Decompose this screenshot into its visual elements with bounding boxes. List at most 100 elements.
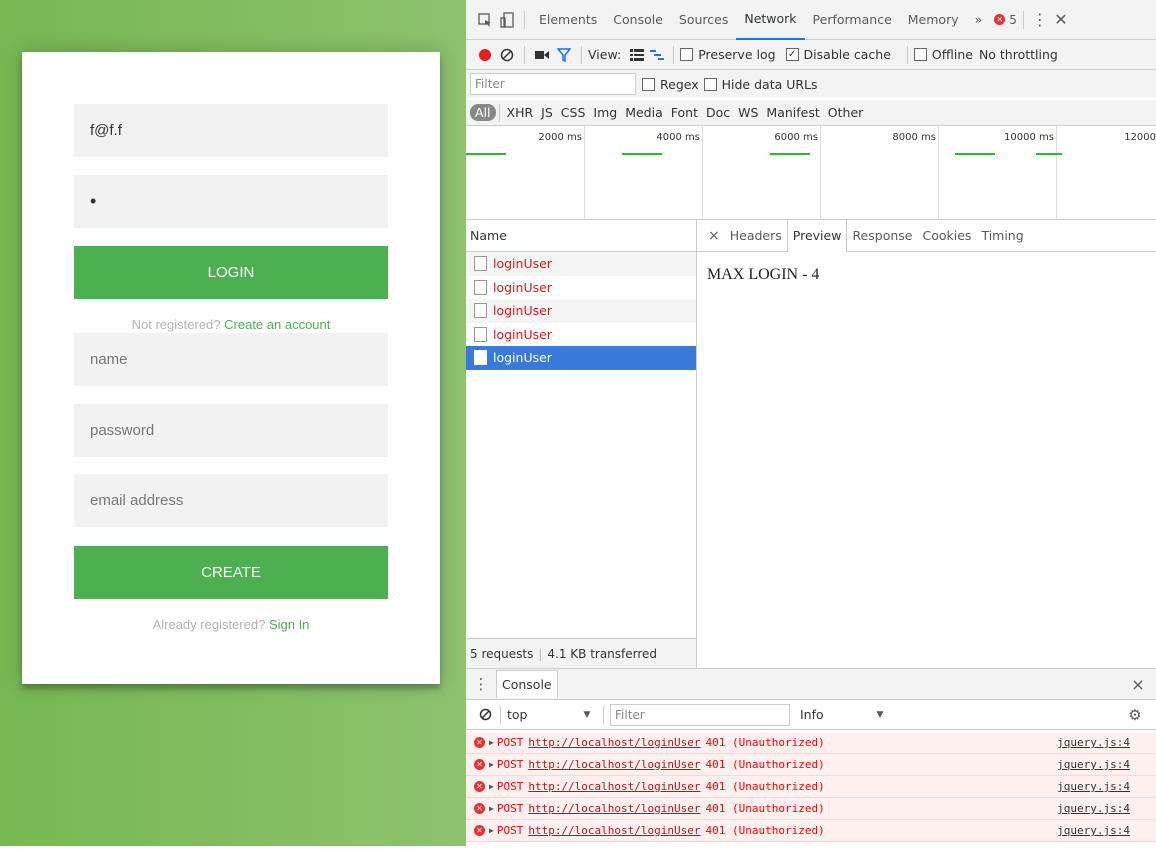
network-overview-timeline[interactable]: 2000 ms 4000 ms 6000 ms 8000 ms 10000 ms… bbox=[466, 126, 1156, 220]
console-prompt[interactable] bbox=[466, 846, 1156, 854]
tab-response[interactable]: Response bbox=[847, 220, 917, 252]
source-link[interactable]: jquery.js:4 bbox=[1057, 824, 1130, 837]
timeline-request-bar bbox=[955, 153, 995, 155]
separator bbox=[498, 103, 500, 122]
type-filter-all[interactable]: All bbox=[470, 104, 496, 121]
customize-menu-icon[interactable]: ⋮ bbox=[1030, 10, 1050, 29]
console-filter-input[interactable]: Filter bbox=[610, 703, 790, 726]
name-column-header[interactable]: Name bbox=[466, 220, 696, 252]
expand-arrow-icon[interactable]: ▶ bbox=[489, 738, 494, 747]
error-url-link[interactable]: http://localhost/loginUser bbox=[528, 736, 700, 749]
clear-console-icon[interactable] bbox=[476, 708, 494, 721]
preserve-log-label: Preserve log bbox=[698, 47, 776, 62]
tab-console[interactable]: Console bbox=[605, 0, 671, 40]
type-filter-manifest[interactable]: Manifest bbox=[762, 105, 823, 120]
tab-network[interactable]: Network bbox=[736, 0, 805, 40]
network-toolbar: View: Preserve log ✓ Disable cache Offli… bbox=[466, 40, 1156, 70]
type-filter-ws[interactable]: WS bbox=[734, 105, 762, 120]
tab-sources[interactable]: Sources bbox=[671, 0, 736, 40]
tab-performance[interactable]: Performance bbox=[805, 0, 900, 40]
console-error-line[interactable]: ✕ ▶ POST http://localhost/loginUser 401 … bbox=[466, 798, 1156, 820]
record-icon[interactable] bbox=[474, 48, 496, 62]
source-link[interactable]: jquery.js:4 bbox=[1057, 802, 1130, 815]
request-row[interactable]: loginUser bbox=[466, 276, 696, 300]
type-filter-media[interactable]: Media bbox=[621, 105, 667, 120]
type-filter-img[interactable]: Img bbox=[589, 105, 621, 120]
error-url-link[interactable]: http://localhost/loginUser bbox=[528, 780, 700, 793]
error-url-link[interactable]: http://localhost/loginUser bbox=[528, 824, 700, 837]
offline-label: Offline bbox=[931, 47, 973, 62]
email-address-field[interactable]: email address bbox=[74, 474, 388, 527]
large-rows-icon[interactable] bbox=[627, 48, 647, 61]
console-error-line[interactable]: ✕ ▶ POST http://localhost/loginUser 401 … bbox=[466, 820, 1156, 842]
sign-in-link[interactable]: Sign In bbox=[269, 617, 309, 632]
filter-funnel-icon[interactable] bbox=[553, 47, 575, 62]
register-message: Not registered? Create an account bbox=[22, 317, 440, 332]
source-link[interactable]: jquery.js:4 bbox=[1057, 780, 1130, 793]
offline-checkbox[interactable] bbox=[913, 48, 927, 61]
console-error-line[interactable]: ✕ ▶ POST http://localhost/loginUser 401 … bbox=[466, 776, 1156, 798]
name-field[interactable]: name bbox=[74, 333, 388, 386]
error-count-badge[interactable]: ✕ 5 bbox=[994, 13, 1017, 27]
inspect-element-icon[interactable] bbox=[474, 12, 496, 27]
regex-checkbox[interactable] bbox=[642, 77, 655, 91]
device-toolbar-icon[interactable] bbox=[496, 11, 518, 28]
tab-memory[interactable]: Memory bbox=[900, 0, 967, 40]
type-filter-xhr[interactable]: XHR bbox=[503, 105, 538, 120]
tab-elements[interactable]: Elements bbox=[531, 0, 605, 40]
register-password-field[interactable]: password bbox=[74, 404, 388, 457]
expand-arrow-icon[interactable]: ▶ bbox=[489, 804, 494, 813]
type-filter-font[interactable]: Font bbox=[667, 105, 702, 120]
close-drawer-icon[interactable]: × bbox=[1126, 675, 1150, 694]
tab-timing[interactable]: Timing bbox=[976, 220, 1028, 252]
console-error-line[interactable]: ✕ ▶ POST http://localhost/loginUser 401 … bbox=[466, 754, 1156, 776]
source-link[interactable]: jquery.js:4 bbox=[1057, 736, 1130, 749]
preserve-log-checkbox[interactable] bbox=[680, 48, 694, 61]
console-error-line[interactable]: ✕ ▶ POST http://localhost/loginUser 401 … bbox=[466, 732, 1156, 754]
screenshot-camera-icon[interactable] bbox=[531, 50, 553, 60]
type-filter-other[interactable]: Other bbox=[824, 105, 868, 120]
drawer-menu-icon[interactable]: ⋮ bbox=[470, 675, 492, 693]
error-url-link[interactable]: http://localhost/loginUser bbox=[528, 758, 700, 771]
console-toolbar: top ▼ Filter Info ▼ ⚙ bbox=[466, 700, 1156, 730]
expand-arrow-icon[interactable]: ▶ bbox=[489, 760, 494, 769]
drawer-tab-console[interactable]: Console bbox=[496, 670, 558, 698]
create-button[interactable]: CREATE bbox=[74, 546, 388, 599]
more-tabs-button[interactable]: » bbox=[967, 0, 991, 40]
form-card: f@f.f • LOGIN Not registered? Create an … bbox=[22, 52, 440, 684]
type-filter-css[interactable]: CSS bbox=[557, 105, 590, 120]
email-field[interactable]: f@f.f bbox=[74, 104, 388, 157]
create-account-link[interactable]: Create an account bbox=[224, 317, 330, 332]
log-level-select[interactable]: Info bbox=[800, 707, 870, 722]
tab-preview[interactable]: Preview bbox=[786, 219, 848, 252]
chevron-down-icon[interactable]: ▼ bbox=[870, 710, 890, 720]
tab-headers[interactable]: Headers bbox=[725, 220, 787, 252]
error-icon: ✕ bbox=[474, 825, 485, 836]
expand-arrow-icon[interactable]: ▶ bbox=[489, 826, 494, 835]
context-select[interactable]: top bbox=[507, 707, 577, 722]
close-devtools-icon[interactable]: ✕ bbox=[1050, 10, 1072, 29]
expand-arrow-icon[interactable]: ▶ bbox=[489, 782, 494, 791]
source-link[interactable]: jquery.js:4 bbox=[1057, 758, 1130, 771]
request-row[interactable]: loginUser bbox=[466, 252, 696, 276]
chevron-down-icon[interactable]: ▼ bbox=[577, 710, 597, 720]
type-filter-doc[interactable]: Doc bbox=[702, 105, 734, 120]
hide-data-urls-checkbox[interactable] bbox=[703, 77, 717, 91]
password-field[interactable]: • bbox=[74, 175, 388, 228]
login-button[interactable]: LOGIN bbox=[74, 246, 388, 299]
clear-icon[interactable] bbox=[496, 48, 518, 62]
network-filter-input[interactable]: Filter bbox=[470, 73, 636, 95]
disable-cache-label: Disable cache bbox=[803, 47, 891, 62]
tab-cookies[interactable]: Cookies bbox=[917, 220, 976, 252]
error-url-link[interactable]: http://localhost/loginUser bbox=[528, 802, 700, 815]
request-row-selected[interactable]: loginUser bbox=[466, 346, 696, 370]
disable-cache-checkbox[interactable]: ✓ bbox=[785, 48, 799, 61]
waterfall-icon[interactable] bbox=[647, 49, 667, 61]
devtools-tab-bar: Elements Console Sources Network Perform… bbox=[466, 0, 1156, 40]
type-filter-js[interactable]: JS bbox=[537, 105, 557, 120]
settings-gear-icon[interactable]: ⚙ bbox=[1122, 706, 1148, 724]
close-detail-icon[interactable]: × bbox=[703, 220, 725, 252]
throttling-select[interactable]: No throttling bbox=[979, 47, 1058, 62]
request-row[interactable]: loginUser bbox=[466, 323, 696, 347]
request-row[interactable]: loginUser bbox=[466, 299, 696, 323]
